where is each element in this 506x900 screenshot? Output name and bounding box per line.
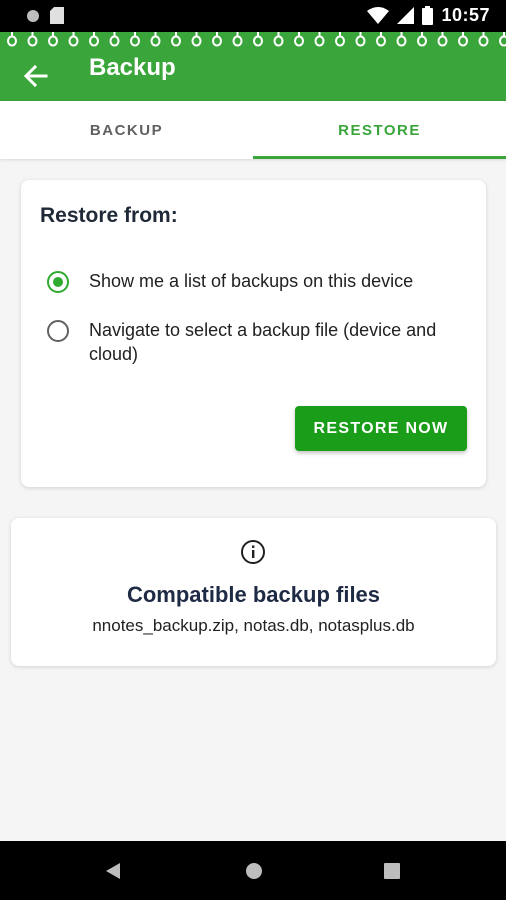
restore-now-button[interactable]: RESTORE NOW xyxy=(295,406,467,451)
compatible-files-title: Compatible backup files xyxy=(126,582,381,607)
restore-option-label: Navigate to select a backup file (device… xyxy=(89,320,437,364)
radio-button-unchecked[interactable] xyxy=(47,320,69,342)
restore-heading: Restore from: xyxy=(40,204,178,227)
nav-back-icon[interactable] xyxy=(104,862,122,880)
restore-option-label: Show me a list of backups on this device xyxy=(89,271,414,291)
nav-home-icon[interactable] xyxy=(245,862,263,880)
compatible-files-list: nnotes_backup.zip, notas.db, notasplus.d… xyxy=(92,616,415,635)
sd-card-icon xyxy=(50,7,64,24)
arrow-left-icon xyxy=(23,64,48,88)
notebook-spiral-decoration xyxy=(0,32,506,48)
back-button[interactable] xyxy=(20,60,52,92)
wifi-icon xyxy=(367,7,390,24)
signal-icon xyxy=(397,7,415,24)
restore-card: Restore from: Show me a list of backups … xyxy=(21,180,486,487)
info-icon xyxy=(241,540,265,564)
radio-button-checked[interactable] xyxy=(47,271,69,293)
page-title: Backup xyxy=(89,54,176,81)
notification-dot-icon xyxy=(27,9,39,22)
status-bar: 10:57 xyxy=(0,0,506,32)
restore-option-device-list[interactable]: Show me a list of backups on this device xyxy=(47,269,479,293)
tab-bar: BACKUP RESTORE xyxy=(0,101,506,159)
battery-icon xyxy=(422,6,434,25)
tab-indicator xyxy=(253,156,506,159)
nav-recents-icon[interactable] xyxy=(384,863,400,879)
compatible-files-card: Compatible backup files nnotes_backup.zi… xyxy=(11,518,496,666)
status-time: 10:57 xyxy=(441,5,490,25)
app-bar: Backup xyxy=(0,32,506,101)
system-nav-bar xyxy=(0,841,506,900)
tab-restore[interactable]: RESTORE xyxy=(253,101,506,159)
restore-option-navigate[interactable]: Navigate to select a backup file (device… xyxy=(47,318,479,366)
tab-backup[interactable]: BACKUP xyxy=(0,101,253,159)
